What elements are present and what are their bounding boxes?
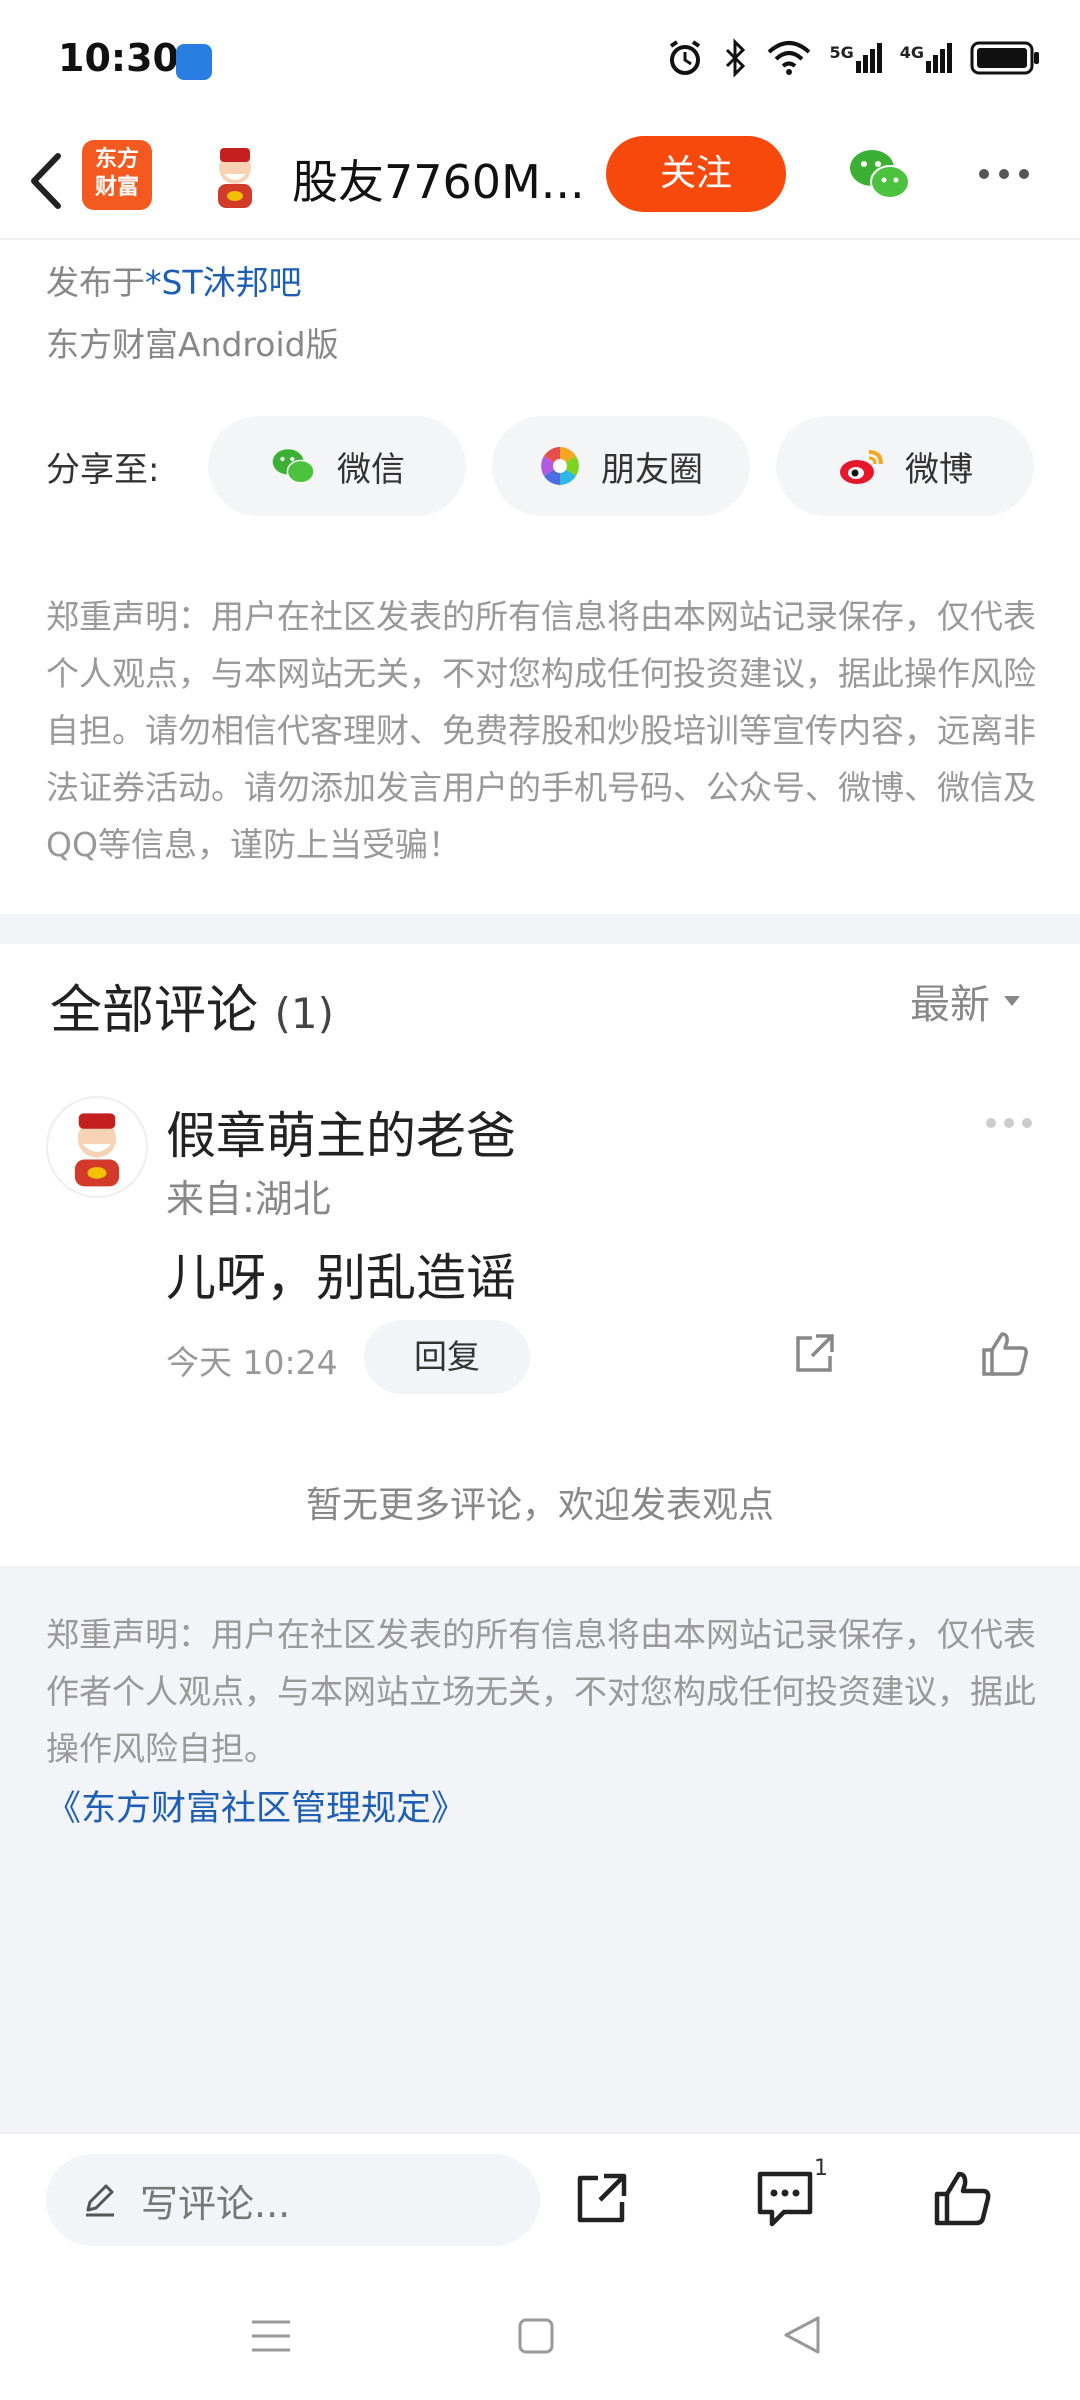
home-icon[interactable] (516, 2316, 556, 2356)
comment-text: 儿呀，别乱造谣 (166, 1249, 516, 1307)
battery-icon (970, 41, 1039, 75)
bluetooth-icon (726, 38, 746, 78)
community-rules-link[interactable]: 《东方财富社区管理规定》 (46, 1780, 466, 1831)
comments-title-label: 全部评论 (50, 981, 259, 1041)
alarm-icon (670, 40, 701, 75)
security-shield-icon (176, 44, 212, 80)
comments-count: (1) (274, 989, 335, 1038)
comment-like-icon[interactable] (980, 1328, 1030, 1378)
commenter-location: 来自:湖北 (166, 1177, 331, 1221)
more-options-icon[interactable] (976, 164, 1032, 184)
network-4g-label: 4G (899, 43, 924, 62)
comment-time: 今天 10:24 (166, 1343, 338, 1382)
disclaimer-bottom: 郑重声明：用户在社区发表的所有信息将由本网站记录保存，仅代表作者个人观点，与本网… (46, 1615, 1036, 1768)
comments-title: 全部评论 (1) (50, 968, 334, 1043)
author-avatar[interactable] (200, 142, 270, 212)
nav-back-icon[interactable] (782, 2314, 822, 2356)
share-weibo-button[interactable]: 微博 (776, 416, 1034, 516)
pen-icon (86, 2184, 114, 2217)
recent-apps-icon[interactable] (250, 2316, 292, 2356)
no-more-comments: 暂无更多评论，欢迎发表观点 (305, 1485, 774, 1526)
status-bar: 10:30 5G 4G (0, 0, 1080, 120)
logo-line-2: 财富 (94, 175, 139, 200)
share-weibo-label: 微博 (905, 449, 973, 490)
logo-line-1: 东方 (94, 147, 139, 172)
published-in-prefix: 发布于 (46, 263, 145, 302)
eastmoney-logo[interactable]: 东方 财富 (82, 140, 152, 210)
share-icon[interactable] (572, 2170, 630, 2228)
moments-icon (541, 447, 579, 485)
like-icon[interactable] (932, 2168, 992, 2228)
sort-dropdown[interactable]: 最新 (910, 972, 1022, 1030)
author-name[interactable]: 股友7760M... (292, 146, 592, 212)
comment-placeholder: 写评论... (140, 2181, 291, 2226)
share-moments-button[interactable]: 朋友圈 (492, 416, 750, 516)
wechat-share-icon[interactable] (846, 144, 912, 204)
comment-bubble-icon[interactable] (754, 2168, 816, 2228)
comment-share-icon[interactable] (790, 1330, 838, 1378)
caret-down-icon (1004, 996, 1020, 1006)
status-icons: 5G 4G (665, 38, 1040, 78)
signal-4g: 4G (900, 43, 952, 73)
status-time: 10:30 (58, 36, 179, 80)
sort-label: 最新 (910, 982, 990, 1028)
post-header: 东方 财富 股友7760M... 关注 (0, 120, 1080, 240)
comment-input[interactable]: 写评论... (46, 2154, 540, 2246)
section-divider (0, 914, 1080, 944)
wechat-icon (272, 449, 315, 484)
published-in: 发布于*ST沐邦吧 (46, 256, 302, 304)
comment-more-icon[interactable] (984, 1116, 1034, 1130)
weibo-icon (840, 450, 883, 484)
back-arrow-icon[interactable] (18, 146, 78, 216)
platform-label: 东方财富Android版 (46, 325, 339, 364)
disclaimer-top: 郑重声明：用户在社区发表的所有信息将由本网站记录保存，仅代表个人观点，与本网站无… (46, 597, 1036, 864)
network-5g-label: 5G (829, 43, 854, 62)
follow-button[interactable]: 关注 (606, 136, 786, 212)
share-label: 分享至: (46, 450, 160, 490)
bar-link[interactable]: *ST沐邦吧 (145, 263, 302, 302)
comment-count-badge: 1 (814, 2156, 828, 2181)
share-wechat-button[interactable]: 微信 (208, 416, 466, 516)
wifi-icon (768, 41, 811, 75)
share-wechat-label: 微信 (337, 449, 405, 490)
commenter-name[interactable]: 假章萌主的老爸 (166, 1096, 516, 1168)
share-moments-label: 朋友圈 (601, 449, 703, 490)
commenter-avatar[interactable] (46, 1096, 148, 1198)
signal-5g: 5G (829, 43, 882, 73)
reply-button[interactable]: 回复 (364, 1320, 530, 1394)
